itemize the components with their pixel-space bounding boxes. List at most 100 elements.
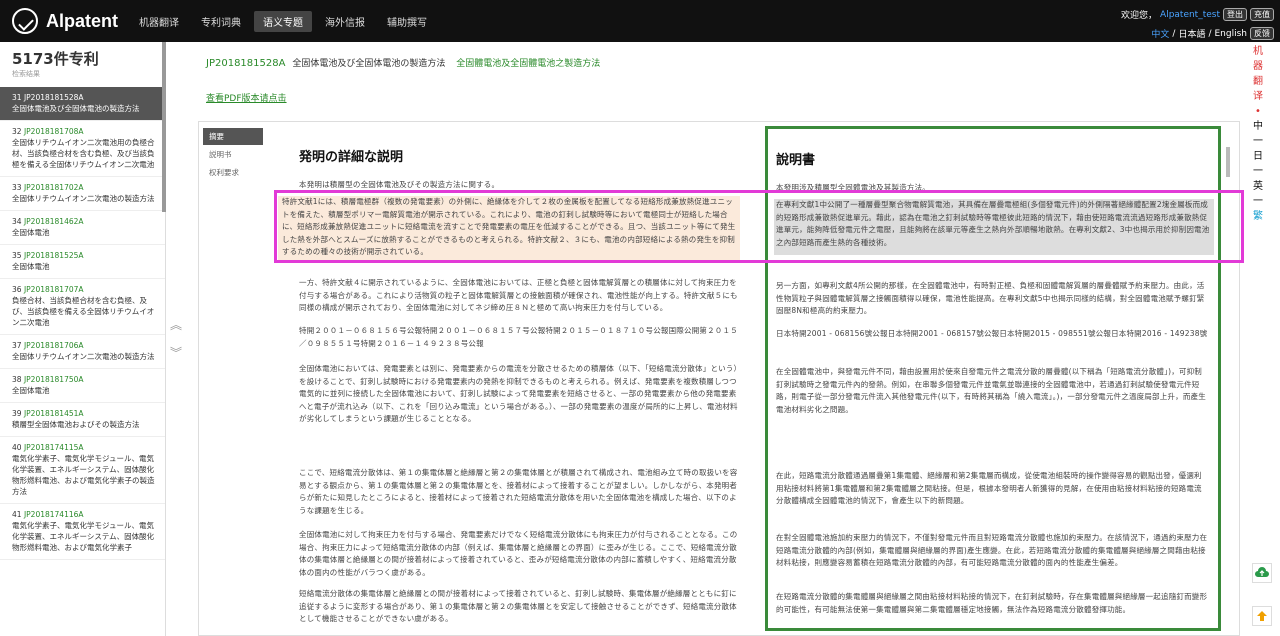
ja-paragraph-highlighted[interactable]: 特許文献1には、積層電極群（複数の発電要素）の外側に、絶縁体を介して２枚の金属板… <box>278 196 740 260</box>
result-id: JP2018181708A <box>23 127 84 136</box>
back-to-top-button[interactable] <box>1252 606 1272 626</box>
result-title: 負極合材、当該負極合材を含む負極、及び、当該負極を備える全固体リチウムイオン二次… <box>12 296 155 327</box>
document-header: JP2018181528A 全固体電池及び全固体電池の製造方法 全固體電池及全固… <box>206 56 600 69</box>
vert-char: 一 <box>1253 166 1263 177</box>
cn-paragraph-highlighted[interactable]: 在專利文獻1中公開了一種層疊型聚合物電解質電池，其具備在層疊電極組(多個發電元件… <box>774 199 1214 255</box>
ja-paragraph: 本発明は積層型の全固体電池及びその製造方法に関する。 <box>299 180 500 189</box>
greeting-text: 欢迎您， <box>1121 11 1158 21</box>
result-item-31[interactable]: 31 JP2018181528A 全固体電池及び全固体電池の製造方法 <box>0 87 165 121</box>
cloud-upload-button[interactable] <box>1252 563 1272 583</box>
result-item-34[interactable]: 34 JP2018181462A 全固体電池 <box>0 211 165 245</box>
content-scrollbar[interactable] <box>1226 147 1230 177</box>
tab-abstract[interactable]: 摘要 <box>203 128 263 145</box>
result-item-35[interactable]: 35 JP2018181525A 全固体電池 <box>0 245 165 279</box>
lang-japanese[interactable]: 日本語 <box>1178 27 1205 40</box>
result-id: JP2018181702A <box>23 183 84 192</box>
result-title: 全固体電池 <box>12 386 50 395</box>
nav-overseas-news[interactable]: 海外信报 <box>316 11 374 32</box>
nav-patent-dictionary[interactable]: 专利词典 <box>192 11 250 32</box>
result-id: JP2018181706A <box>23 341 84 350</box>
result-id: JP2018181451A <box>23 409 84 418</box>
result-title: 全固体リチウムイオン二次電池の製造方法 <box>12 194 155 203</box>
content-panel: 摘要 説明书 权利要求 発明の詳細な説明 本発明は積層型の全固体電池及びその製造… <box>198 121 1240 636</box>
cn-paragraph: 日本特開2001 - 068156號公報日本特開2001 - 068157號公報… <box>776 329 1208 342</box>
result-title: 電気化学素子、電気化学モジュール、電気化学装置、エネルギーシステム、固体酸化物形… <box>12 454 155 496</box>
result-id: JP2018181525A <box>23 251 84 260</box>
document-title-ja: 全固体電池及び全固体電池の製造方法 <box>292 59 446 69</box>
result-id: JP2018181750A <box>23 375 84 384</box>
nav-semantic-topics[interactable]: 语义专题 <box>254 10 312 32</box>
cn-paragraph: 本發明涉及積層型全固體電池及其製造方法。 <box>776 183 930 192</box>
nav-machine-translation[interactable]: 机器翻译 <box>130 11 188 32</box>
result-number: 35 <box>12 251 22 260</box>
pdf-link[interactable]: 查看PDF版本请点击 <box>206 91 287 104</box>
result-id: JP2018181707A <box>23 285 84 294</box>
result-item-33[interactable]: 33 JP2018181702A 全固体リチウムイオン二次電池の製造方法 <box>0 177 165 211</box>
username-link[interactable]: Alpatent_test <box>1160 10 1220 20</box>
logout-button[interactable]: 登出 <box>1223 8 1247 21</box>
logo-text: Alpatent <box>46 10 118 31</box>
result-title: 全固体リチウムイオン二次電池の製造方法 <box>12 352 155 361</box>
chevron-up-icon[interactable]: ︽ <box>170 316 182 333</box>
vert-char: 中 <box>1253 121 1263 132</box>
result-item-38[interactable]: 38 JP2018181750A 全固体電池 <box>0 369 165 403</box>
ja-paragraph: 全固体電池に対して拘束圧力を付与する場合、発電要素だけでなく短絡電流分散体にも拘… <box>299 530 738 577</box>
result-number: 34 <box>12 217 22 226</box>
sidebar-scrollbar[interactable] <box>162 42 166 212</box>
tab-claims[interactable]: 权利要求 <box>203 164 263 181</box>
result-number: 39 <box>12 409 22 418</box>
translation-mode-vertical[interactable]: 机 器 翻 译 • 中 一 日 一 英 一 繁 <box>1248 44 1268 224</box>
result-count-label: 检索结果 <box>12 70 40 78</box>
ja-paragraph: 短絡電流分散体の集電体層と絶縁層との間が接着材によって接着されていると、釘刺し試… <box>299 589 737 623</box>
logo[interactable]: Alpatent <box>12 8 118 34</box>
result-number: 38 <box>12 375 22 384</box>
nav-writing-assist[interactable]: 辅助撰写 <box>378 11 436 32</box>
result-title: 積層型全固体電池およびその製造方法 <box>12 420 140 429</box>
cn-paragraph: 在對全固體電池施加約束壓力的情況下，不僅對發電元件而且對短路電流分散體也施加約束… <box>776 533 1208 567</box>
result-id: JP2018174116A <box>23 510 84 519</box>
section-tabs: 摘要 説明书 权利要求 <box>203 128 263 182</box>
vert-char: 日 <box>1253 151 1263 162</box>
tab-description[interactable]: 説明书 <box>203 146 263 163</box>
chevron-down-icon[interactable]: ︾ <box>170 344 182 361</box>
recharge-button[interactable]: 充值 <box>1250 8 1274 21</box>
result-id: JP2018174115A <box>23 443 84 452</box>
vert-char: 机 <box>1253 46 1263 57</box>
result-item-32[interactable]: 32 JP2018181708A 全固体リチウムイオン二次電池用の負極合材、当該… <box>0 121 165 177</box>
back-to-top-icon <box>1257 611 1267 621</box>
result-number: 31 <box>12 93 22 102</box>
ja-paragraph: ここで、短絡電流分散体は、第１の集電体層と絶縁層と第２の集電体層とが積層されて構… <box>299 468 738 515</box>
result-title: 全固体電池 <box>12 262 50 271</box>
top-navbar: Alpatent 机器翻译 专利词典 语义专题 海外信报 辅助撰写 欢迎您， A… <box>0 0 1280 42</box>
main-nav: 机器翻译 专利词典 语义专题 海外信报 辅助撰写 <box>130 0 440 42</box>
vert-char: 一 <box>1253 136 1263 147</box>
right-vertical-panel: 机 器 翻 译 • 中 一 日 一 英 一 繁 <box>1240 42 1280 636</box>
vert-char: 译 <box>1253 91 1263 102</box>
cn-paragraph: 在全固體電池中，與發電元件不同，藉由設置用於使來自發電元件之電流分散的層疊體(以… <box>776 367 1206 414</box>
ja-paragraph: 特開２００１－０６８１５６号公報特開２００１－０６８１５７号公報特開２０１５－０… <box>299 326 738 348</box>
result-id: JP2018181528A <box>23 93 84 102</box>
result-item-37[interactable]: 37 JP2018181706A 全固体リチウムイオン二次電池の製造方法 <box>0 335 165 369</box>
document-title-cn: 全固體電池及全固體電池之製造方法 <box>456 59 601 69</box>
result-item-39[interactable]: 39 JP2018181451A 積層型全固体電池およびその製造方法 <box>0 403 165 437</box>
result-item-36[interactable]: 36 JP2018181707A 負極合材、当該負極合材を含む負極、及び、当該負… <box>0 279 165 335</box>
cn-paragraph: 在此，短路電流分散體通過層疊第1集電體、絕緣層和第2集電層而構成，從使電池組裝時… <box>776 471 1202 505</box>
lang-chinese[interactable]: 中文 <box>1151 27 1169 40</box>
vert-char: 翻 <box>1253 76 1263 87</box>
vert-char: 英 <box>1253 181 1263 192</box>
results-sidebar: 5173件专利 检索结果 31 JP2018181528A 全固体電池及び全固体… <box>0 42 166 636</box>
result-id: JP2018181462A <box>23 217 84 226</box>
cloud-upload-icon <box>1255 567 1269 577</box>
result-number: 32 <box>12 127 22 136</box>
vert-char: 器 <box>1253 61 1263 72</box>
cn-section-title: 說明書 <box>776 153 816 168</box>
result-title: 電気化学素子、電気化学モジュール、電気化学装置、エネルギーシステム、固体酸化物形… <box>12 521 155 552</box>
result-item-40[interactable]: 40 JP2018174115A 電気化学素子、電気化学モジュール、電気化学装置… <box>0 437 165 504</box>
cn-paragraph: 在短路電流分散體的集電體層與絕緣層之間由粘接材料粘接的情況下，在釘刺試驗時，存在… <box>776 592 1208 614</box>
ja-paragraph: 全固体電池においては、発電要素とは別に、発電要素からの電流を分散させるための積層… <box>299 364 738 423</box>
lang-english[interactable]: English <box>1215 29 1248 39</box>
vert-char: 一 <box>1253 196 1263 207</box>
result-item-41[interactable]: 41 JP2018174116A 電気化学素子、電気化学モジュール、電気化学装置… <box>0 504 165 560</box>
result-number: 33 <box>12 183 22 192</box>
feedback-button[interactable]: 反馈 <box>1250 27 1274 40</box>
